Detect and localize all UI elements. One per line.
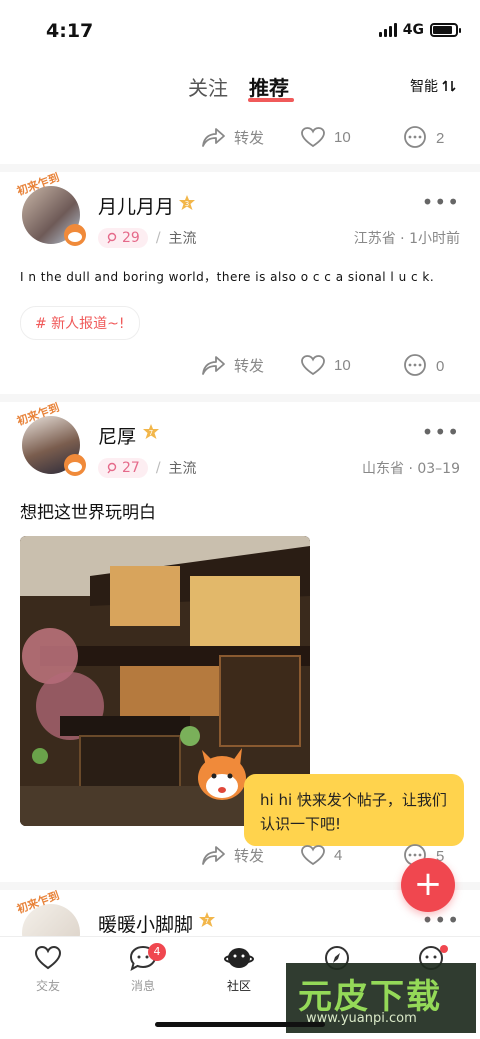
planet-icon xyxy=(224,948,254,968)
fox-mascot-icon xyxy=(64,224,86,246)
search-icon xyxy=(107,232,117,244)
category: 主流 xyxy=(168,461,197,477)
like-count: 10 xyxy=(334,128,351,146)
status-bar: 4:17 4G xyxy=(0,0,480,60)
comment-icon xyxy=(404,354,426,376)
home-indicator xyxy=(155,1022,325,1027)
nav-label: 消息 xyxy=(130,979,155,993)
share-button[interactable]: 转发 xyxy=(200,354,264,376)
topic-pill[interactable]: 29 xyxy=(98,228,148,248)
level-badge-icon: 3 xyxy=(179,195,195,210)
share-button[interactable]: 转发 xyxy=(200,126,264,148)
comment-button[interactable]: 0 xyxy=(402,354,444,378)
heart-icon xyxy=(301,845,325,866)
network-type: 4G xyxy=(402,22,424,38)
location-time: 江苏省 · 1小时前 xyxy=(353,231,460,247)
share-label: 转发 xyxy=(234,357,265,375)
status-time: 4:17 xyxy=(46,20,94,42)
comment-count: 0 xyxy=(436,357,445,375)
share-icon xyxy=(202,356,225,375)
share-icon xyxy=(202,128,225,147)
topic-pill[interactable]: 27 xyxy=(98,458,148,478)
level-badge-icon: 7 xyxy=(143,424,159,439)
nav-item-friends[interactable]: 交友 xyxy=(13,945,83,994)
like-button[interactable]: 4 xyxy=(300,844,342,866)
nav-label: 社区 xyxy=(226,979,251,993)
share-button[interactable]: 转发 xyxy=(200,844,264,866)
action-row: 转发 10 0 xyxy=(0,346,480,386)
pill-count: 27 xyxy=(122,460,140,476)
action-row-prev: 转发 10 2 xyxy=(0,118,480,158)
sort-label: 智能 xyxy=(410,79,438,95)
like-button[interactable]: 10 xyxy=(300,354,351,376)
post-meta: 29 / 主流 xyxy=(98,228,197,248)
heart-icon xyxy=(301,127,325,148)
tab-follow[interactable]: 关注 xyxy=(188,72,228,101)
avatar[interactable]: 初来乍到 xyxy=(15,890,86,936)
topic-tag[interactable]: # 新人报道~! xyxy=(20,306,140,340)
comment-icon xyxy=(404,126,426,148)
like-count: 10 xyxy=(334,356,351,374)
post-meta: 27 / 主流 xyxy=(98,458,197,478)
search-icon xyxy=(107,462,117,474)
nav-label: 交友 xyxy=(35,979,60,993)
category: 主流 xyxy=(168,231,197,247)
username[interactable]: 尼厚 xyxy=(98,422,136,449)
level-number: 3 xyxy=(185,200,189,208)
divider xyxy=(0,394,480,402)
signal-icon xyxy=(378,23,397,37)
more-options-icon[interactable]: ••• xyxy=(422,190,460,214)
share-icon xyxy=(202,846,225,865)
sort-button[interactable]: 智能 xyxy=(410,76,456,96)
share-label: 转发 xyxy=(234,847,265,865)
username[interactable]: 暖暖小脚脚 xyxy=(98,910,193,936)
username[interactable]: 月儿月月 xyxy=(98,192,174,219)
post-text: I n the dull and boring world，there is a… xyxy=(20,270,435,284)
separator: / xyxy=(155,230,161,246)
tab-recommend[interactable]: 推荐 xyxy=(249,72,289,101)
avatar[interactable]: 初来乍到 xyxy=(15,171,86,246)
location-time: 山东省 · 03–19 xyxy=(362,461,460,477)
level-number: 7 xyxy=(205,917,209,925)
fox-mascot-icon xyxy=(64,454,86,476)
divider xyxy=(0,164,480,172)
more-options-icon[interactable]: ••• xyxy=(422,420,460,444)
top-nav: 关注 推荐 智能 xyxy=(0,64,480,108)
like-count: 4 xyxy=(334,846,343,864)
status-indicators: 4G xyxy=(378,22,461,38)
create-post-button[interactable]: + xyxy=(401,858,455,912)
avatar[interactable]: 初来乍到 xyxy=(15,401,86,476)
pill-count: 29 xyxy=(122,230,140,246)
heart-icon xyxy=(301,355,325,376)
share-label: 转发 xyxy=(234,129,265,147)
nav-item-community[interactable]: 社区 xyxy=(204,945,274,994)
heart-icon xyxy=(34,945,62,970)
fox-mascot-icon xyxy=(198,748,246,800)
like-button[interactable]: 10 xyxy=(300,126,351,148)
tab-active-indicator xyxy=(248,98,294,102)
separator: / xyxy=(155,460,161,476)
level-number: 7 xyxy=(149,429,153,437)
sort-icon xyxy=(442,80,456,92)
unread-badge: 4 xyxy=(148,943,166,961)
post-text: 想把这世界玩明白 xyxy=(20,503,156,523)
notification-dot xyxy=(440,945,448,953)
nav-item-messages[interactable]: 消息 4 xyxy=(108,943,178,994)
comment-button[interactable]: 2 xyxy=(402,126,444,150)
battery-icon xyxy=(430,23,461,37)
comment-count: 2 xyxy=(436,129,445,147)
level-badge-icon: 7 xyxy=(199,912,215,927)
